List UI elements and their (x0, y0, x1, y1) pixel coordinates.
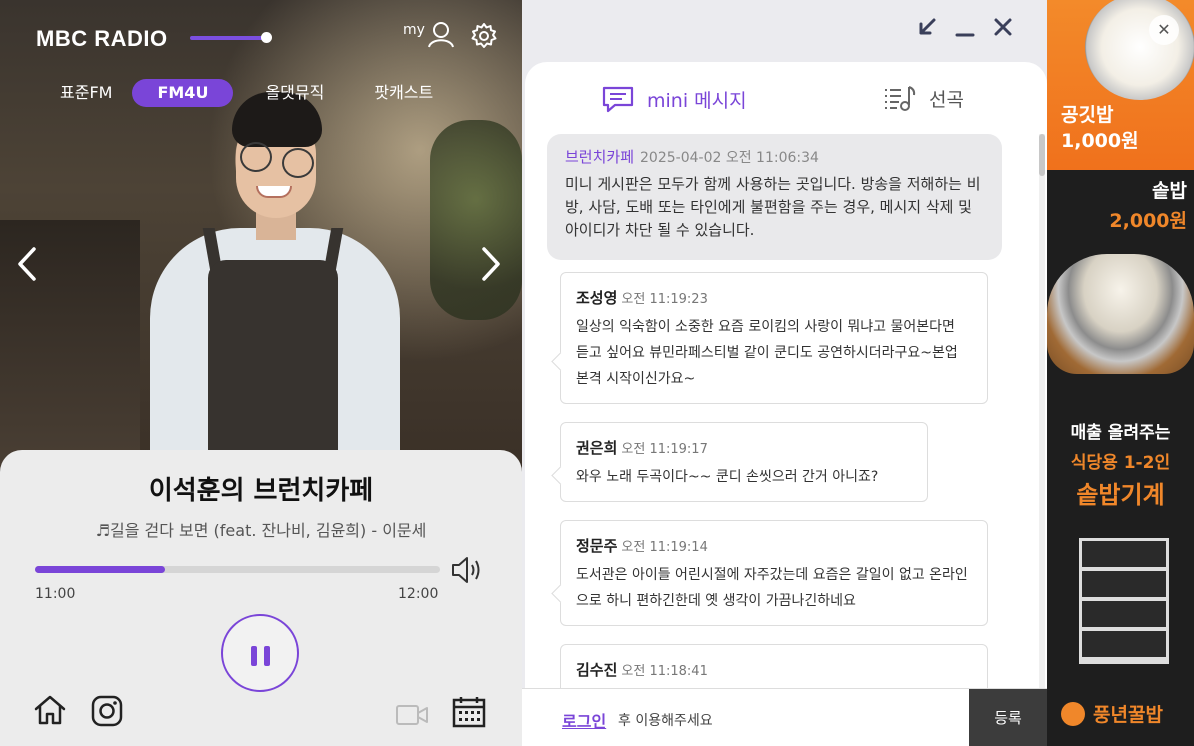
message-footer: 로그인 후 이용해주세요 등록 (522, 688, 1047, 746)
ad-brand-name: 풍년꿀밥 (1093, 704, 1163, 726)
message-time: 오전 11:19:14 (621, 540, 708, 555)
notice-nick: 브런치카페 (565, 148, 635, 166)
mini-message-panel: mini 메시지 선곡 브런치카페 2025-04-02 오전 11:06:34 … (522, 0, 1047, 746)
my-label: my (403, 22, 425, 38)
brand-logo-icon (1061, 701, 1085, 726)
ad-brand: 풍년꿀밥 (1061, 700, 1163, 727)
user-icon (427, 22, 454, 48)
calendar-icon[interactable] (452, 695, 486, 729)
home-icon[interactable] (33, 694, 67, 726)
ad-close-button[interactable]: ✕ (1149, 15, 1179, 45)
video-icon[interactable] (395, 703, 429, 727)
message-card: mini 메시지 선곡 브런치카페 2025-04-02 오전 11:06:34 … (525, 62, 1047, 688)
speaker-icon[interactable] (450, 555, 484, 585)
tab-all-that-music[interactable]: 올댓뮤직 (249, 79, 340, 107)
tab-mini-message[interactable]: mini 메시지 (601, 84, 747, 114)
login-link[interactable]: 로그인 (562, 708, 606, 732)
list-item: 권은희 오전 11:19:17 와우 노래 두곡이다~~ 쿤디 손씻으러 간거 아… (560, 422, 928, 502)
ad-headline-3: 매출 올려주는 식당용 1-2인 솥밥기계 (1047, 418, 1194, 512)
instagram-icon[interactable] (90, 694, 124, 728)
volume-slider[interactable] (190, 32, 272, 43)
message-time: 오전 11:18:41 (621, 664, 708, 679)
list-item: 조성영 오전 11:19:23 일상의 익숙함이 소중한 요즘 로이킴의 사랑이 … (560, 272, 988, 404)
pause-icon (251, 646, 257, 666)
message-time: 오전 11:19:17 (621, 442, 708, 457)
list-item: 정문주 오전 11:19:14 도서관은 아이들 어린시절에 자주갔는데 요즘은 … (560, 520, 988, 626)
tab-podcast[interactable]: 팟캐스트 (358, 79, 449, 107)
ad-line1b: 1,000원 (1061, 130, 1139, 152)
rice-pot-image (1047, 254, 1194, 374)
tab-fm4u[interactable]: FM4U (132, 79, 234, 107)
ad-line2b: 2,000원 (1109, 210, 1187, 232)
ad-banner[interactable]: ✕ 공깃밥 1,000원 솥밥 2,000원 매출 올려주는 식당용 1-2인 … (1047, 0, 1194, 746)
minimize-icon[interactable] (954, 16, 976, 38)
ad-line3c: 솥밥기계 (1076, 481, 1165, 509)
submit-button[interactable]: 등록 (969, 689, 1047, 746)
message-body: 도서관은 아이들 어린시절에 자주갔는데 요즘은 갈일이 없고 온라인으로 하니… (576, 567, 968, 609)
login-hint: 후 이용해주세요 (618, 713, 713, 729)
channel-tabs: 표준FM FM4U 올댓뮤직 팟캐스트 (44, 79, 484, 107)
show-title: 이석훈의 브런치카페 (148, 476, 374, 506)
end-time: 12:00 (398, 586, 439, 602)
close-icon[interactable] (992, 16, 1014, 38)
app-window: MBC RADIO my 표준FM FM4U 올댓뮤직 팟캐스트 이석훈의 브런… (0, 0, 1194, 746)
ad-headline-1: 공깃밥 1,000원 (1061, 102, 1139, 154)
message-body: 와우 노래 두곡이다~~ 쿤디 손씻으러 간거 아니죠? (576, 469, 879, 485)
list-item: 김수진 오전 11:18:41 (560, 644, 988, 688)
my-button[interactable]: my (403, 22, 455, 48)
ad-line3a: 매출 올려주는 (1070, 423, 1171, 443)
message-nick: 정문주 (576, 537, 618, 555)
playlist-icon (885, 86, 916, 111)
message-tabs: mini 메시지 선곡 (525, 84, 1047, 118)
scrollbar-thumb[interactable] (1039, 134, 1045, 176)
ad-line1a: 공깃밥 (1061, 104, 1114, 126)
ad-headline-2: 솥밥 2,000원 (1047, 176, 1187, 236)
message-body: 일상의 익숙함이 소중한 요즘 로이킴의 사랑이 뭐냐고 물어본다면 듣고 싶어… (576, 319, 958, 387)
ad-line2a: 솥밥 (1152, 180, 1187, 202)
volume-knob[interactable] (261, 32, 272, 43)
pause-button[interactable] (221, 614, 299, 692)
tab-song-list-label: 선곡 (929, 88, 964, 111)
message-nick: 조성영 (576, 289, 618, 307)
mbc-radio-logo: MBC RADIO (36, 26, 168, 51)
notice-date: 2025-04-02 오전 11:06:34 (640, 150, 819, 166)
chevron-left-icon[interactable] (14, 245, 40, 283)
tab-standard-fm[interactable]: 표준FM (44, 79, 128, 107)
chevron-right-icon[interactable] (478, 245, 504, 283)
notice-message: 브런치카페 2025-04-02 오전 11:06:34 미니 게시판은 모두가 … (547, 134, 1002, 260)
tab-song-list[interactable]: 선곡 (883, 84, 964, 112)
rice-bowl-image (1085, 0, 1194, 100)
message-nick: 김수진 (576, 661, 618, 679)
rice-machine-image (1079, 538, 1169, 664)
chat-icon (602, 86, 634, 113)
message-time: 오전 11:19:23 (621, 292, 708, 307)
progress-bar[interactable] (35, 566, 440, 573)
start-time: 11:00 (35, 586, 76, 602)
song-info: ♬길을 걷다 보면 (feat. 잔나비, 김윤희) - 이문세 (95, 521, 427, 540)
notice-body: 미니 게시판은 모두가 함께 사용하는 곳입니다. 방송을 저해하는 비방, 사… (565, 175, 981, 239)
tab-mini-message-label: mini 메시지 (647, 89, 747, 112)
scrollbar[interactable] (1039, 134, 1045, 688)
player-topbar: MBC RADIO my 표준FM FM4U 올댓뮤직 팟캐스트 (0, 0, 522, 120)
player-panel: MBC RADIO my 표준FM FM4U 올댓뮤직 팟캐스트 이석훈의 브런… (0, 0, 522, 746)
ad-line3b: 식당용 1-2인 (1070, 453, 1171, 473)
progress-fill (35, 566, 165, 573)
message-nick: 권은희 (576, 439, 618, 457)
shrink-icon[interactable] (916, 16, 938, 38)
gear-icon[interactable] (470, 22, 498, 50)
